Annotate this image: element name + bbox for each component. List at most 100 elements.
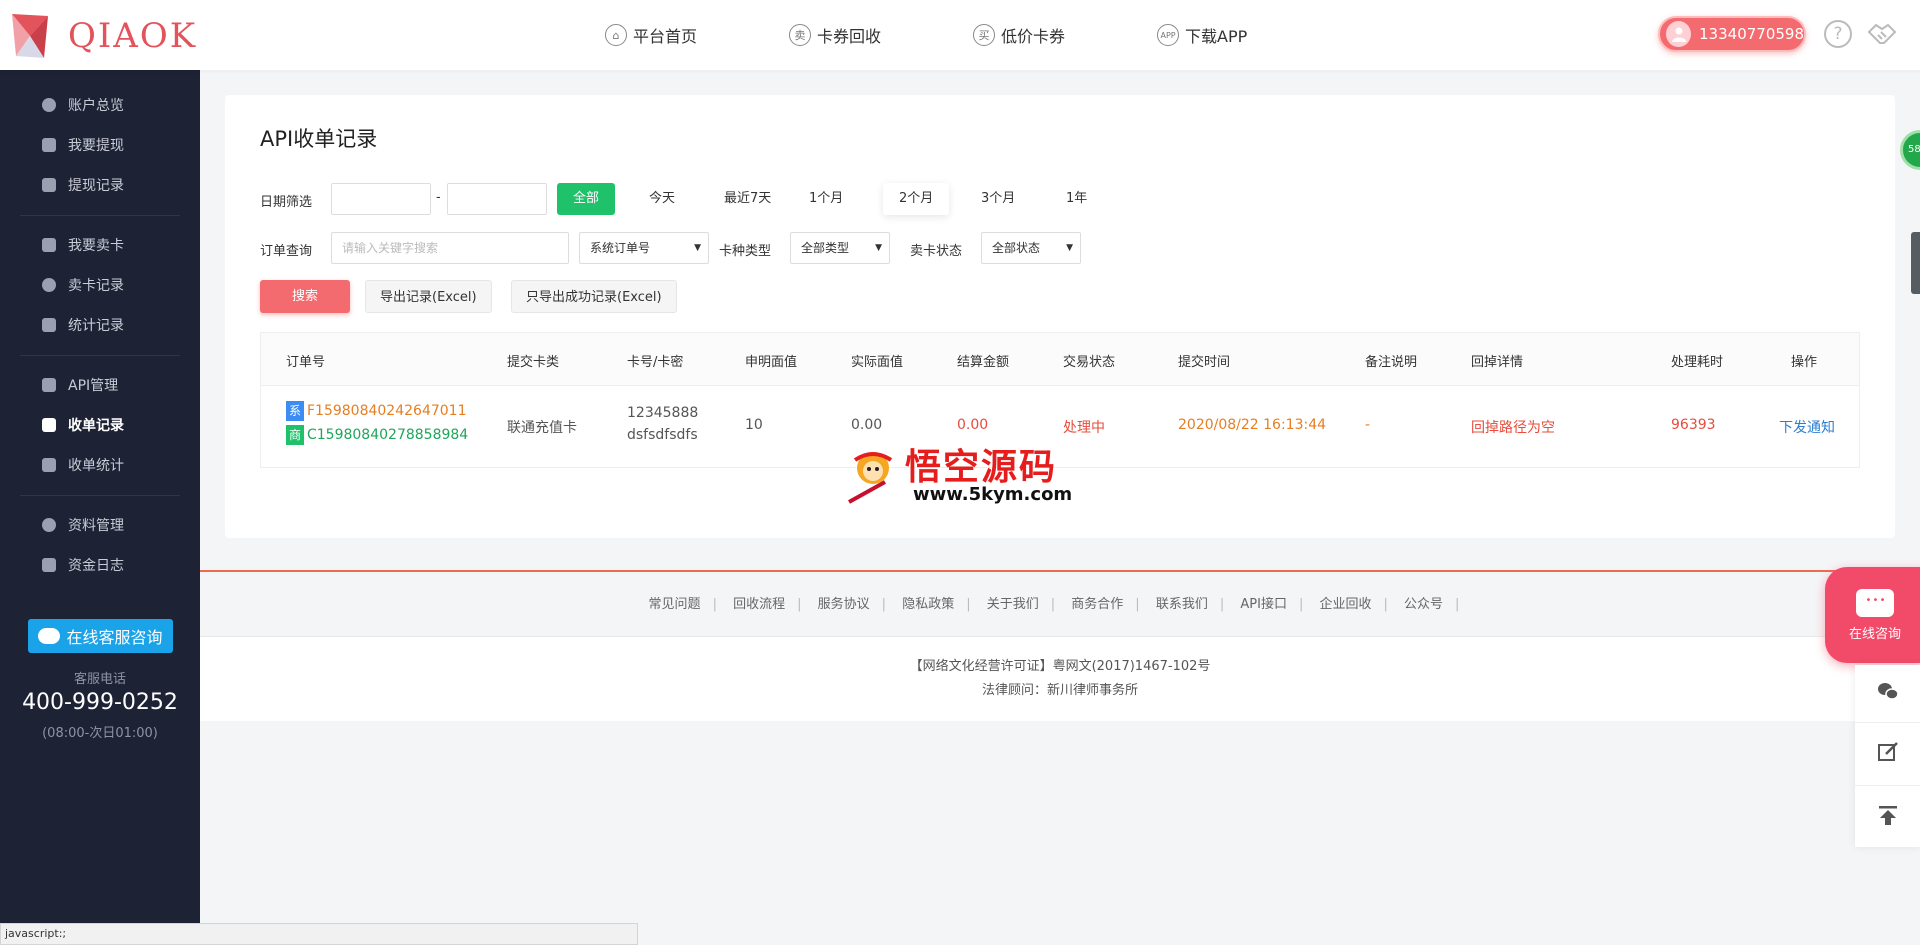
col-duration: 处理耗时 [1671,355,1724,370]
col-remark: 备注说明 [1365,355,1418,370]
buy-icon: 买 [973,24,996,46]
nav-label: 平台首页 [633,27,698,46]
nav-label: 低价卡券 [1001,27,1066,46]
records-icon [42,178,56,192]
col-settle-amount: 结算金额 [957,355,1010,370]
table-header: 订单号 提交卡类 卡号/卡密 申明面值 实际面值 结算金额 交易状态 提交时间 … [261,333,1859,386]
export-excel-button[interactable]: 导出记录(Excel) [365,280,492,313]
wechat-icon[interactable] [1875,679,1901,705]
logo-bird-icon [12,14,48,58]
card-status-select[interactable]: 全部状态 ▼ [981,232,1081,264]
order-query-label: 订单查询 [260,244,313,259]
merchant-order-no: C15980840278858984 [307,427,469,443]
sidebar-item-label: 资金日志 [68,558,124,574]
footer-link-enterprise[interactable]: 企业回收 [1319,597,1371,612]
avatar [1666,21,1692,47]
sidebar-item-label: 收单记录 [68,418,124,434]
handshake-icon[interactable] [1866,18,1898,50]
watermark-url: www.5kym.com [913,484,1073,505]
date-separator: - [436,190,441,205]
sell-icon: 卖 [789,24,812,46]
chat-icon [1856,589,1894,617]
sidebar-item-account-overview[interactable]: 账户总览 [42,93,124,117]
floating-toolbar [1855,665,1920,847]
date-3months-button[interactable]: 3个月 [965,183,1031,215]
footer-link-terms[interactable]: 服务协议 [818,597,870,612]
sidebar-item-label: 提现记录 [68,178,124,194]
service-hours: (08:00-次日01:00) [42,726,158,741]
card-type-value: 全部类型 [801,241,850,255]
card-type-select[interactable]: 全部类型 ▼ [790,232,890,264]
footer-link-privacy[interactable]: 隐私政策 [902,597,954,612]
date-all-button[interactable]: 全部 [557,183,616,215]
sidebar-item-withdraw-records[interactable]: 提现记录 [42,173,124,197]
submit-time-cell: 2020/08/22 16:13:44 [1178,417,1327,433]
sidebar-item-fund-log[interactable]: 资金日志 [42,553,124,577]
footer-link-about[interactable]: 关于我们 [987,597,1039,612]
nav-home[interactable]: ⌂ 平台首页 [605,23,697,47]
sidebar-item-withdraw[interactable]: 我要提现 [42,133,124,157]
online-consult-label: 在线咨询 [1848,627,1901,642]
user-phone: 13340770598 [1699,25,1804,43]
sys-order-no: F15980840242647011 [307,403,467,419]
card-status-label: 卖卡状态 [910,244,963,259]
nav-cheap-cards[interactable]: 买 低价卡券 [973,23,1065,47]
sys-tag: 系 [286,401,304,421]
side-scroll-tab[interactable] [1911,232,1920,294]
footer-link-faq[interactable]: 常见问题 [649,597,701,612]
pie-chart-icon [42,98,56,112]
keyword-search-input[interactable]: 请输入关键字搜索 [331,232,569,264]
card-no-cell: 12345888 [627,405,699,421]
merchant-tag: 商 [286,425,304,445]
date-today-button[interactable]: 今天 [633,183,691,215]
date-1month-button[interactable]: 1个月 [793,183,859,215]
nav-label: 卡券回收 [817,27,882,46]
nav-download-app[interactable]: APP 下载APP [1157,23,1247,47]
document-icon [42,378,56,392]
sidebar-item-sell-records[interactable]: 卖卡记录 [42,273,124,297]
online-service-button[interactable]: 在线客服咨询 [28,619,173,653]
watermark-logo: 悟空源码 www.5kym.com [845,438,1075,508]
help-icon[interactable]: ? [1824,20,1852,48]
sidebar-item-api-management[interactable]: API管理 [42,373,118,397]
search-button[interactable]: 搜索 [260,280,350,313]
col-callback: 回掉详情 [1471,355,1524,370]
footer-link-api[interactable]: API接口 [1240,597,1287,612]
sidebar-item-profile[interactable]: 资料管理 [42,513,124,537]
end-date-input[interactable] [447,183,547,215]
gear-icon [42,518,56,532]
nav-card-recycle[interactable]: 卖 卡券回收 [789,23,881,47]
online-consult-button[interactable]: 在线咨询 [1825,567,1920,663]
sidebar-item-label: 资料管理 [68,518,124,534]
duration-cell: 96393 [1671,417,1716,433]
sys-order-cell: 系 F15980840242647011 [286,401,466,421]
export-success-excel-button[interactable]: 只导出成功记录(Excel) [511,280,677,313]
date-1year-button[interactable]: 1年 [1050,183,1103,215]
toolbar-divider [1855,785,1920,786]
date-7days-button[interactable]: 最近7天 [708,183,787,215]
sidebar-item-sell-card[interactable]: 我要卖卡 [42,233,124,257]
declared-value-cell: 10 [745,417,763,433]
col-declared-value: 申明面值 [745,355,798,370]
sidebar-item-order-records[interactable]: 收单记录 [42,413,124,437]
top-header: QIAOK ⌂ 平台首页 卖 卡券回收 买 低价卡券 APP 下载APP 133… [0,0,1920,70]
send-notify-link[interactable]: 下发通知 [1779,417,1835,437]
edit-feedback-icon[interactable] [1875,740,1901,766]
footer-link-wechat-official[interactable]: 公众号 [1404,597,1443,612]
footer-link-contact[interactable]: 联系我们 [1156,597,1208,612]
floating-badge[interactable]: 58 [1900,130,1920,170]
online-service-label: 在线客服咨询 [66,628,163,647]
footer-link-business[interactable]: 商务合作 [1071,597,1123,612]
order-type-select[interactable]: 系统订单号 ▼ [579,232,709,264]
card-status-value: 全部状态 [992,241,1041,255]
logo[interactable]: QIAOK [8,6,198,66]
sidebar-item-order-statistics[interactable]: 收单统计 [42,453,124,477]
sidebar-item-statistics[interactable]: 统计记录 [42,313,124,337]
user-account-button[interactable]: 13340770598 [1658,16,1806,52]
date-2months-button[interactable]: 2个月 [883,183,950,215]
card-icon [42,238,56,252]
footer-link-process[interactable]: 回收流程 [733,597,785,612]
home-icon: ⌂ [605,24,627,46]
back-to-top-icon[interactable] [1875,803,1901,829]
start-date-input[interactable] [331,183,431,215]
